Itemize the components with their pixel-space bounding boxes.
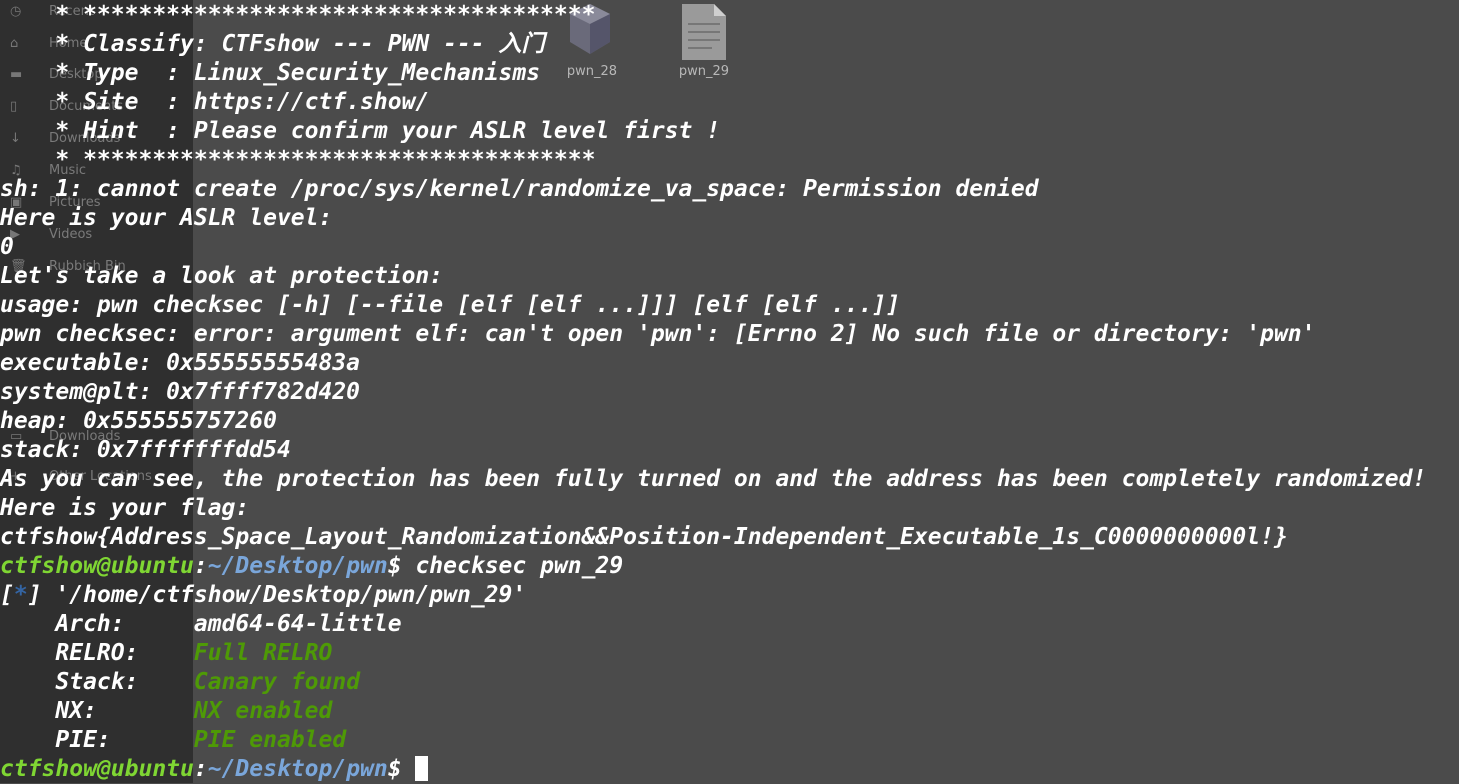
check-key: RELRO: <box>0 640 194 666</box>
check-value: Full RELRO <box>193 640 333 666</box>
protection-line: Let's take a look at protection: <box>0 263 444 289</box>
terminal-cursor[interactable] <box>415 756 429 781</box>
prompt-line: ctfshow@ubuntu:~/Desktop/pwn$ <box>0 755 429 784</box>
prompt-colon: : <box>193 553 208 579</box>
banner-border: * ************************************* <box>0 147 596 173</box>
flag-label-line: Here is your flag: <box>0 495 250 521</box>
check-value: Canary found <box>193 669 361 695</box>
aslr-value-line: 0 <box>0 234 14 260</box>
banner-classify: * Classify: CTFshow --- PWN --- 入门 <box>0 31 545 57</box>
prompt-user: ctfshow@ubuntu <box>0 553 194 579</box>
executable-address-line: executable: 0x55555555483a <box>0 350 361 376</box>
banner-site: * Site : https://ctf.show/ <box>0 89 430 115</box>
check-arch-line: Arch: amd64-64-little <box>0 610 402 639</box>
check-pie-line: PIE: PIE enabled <box>0 726 346 755</box>
check-key: NX: <box>0 698 194 724</box>
banner-border: * ************************************* <box>0 2 596 28</box>
check-value: NX enabled <box>193 698 333 724</box>
checksec-info-line: [*] '/home/ctfshow/Desktop/pwn/pwn_29' <box>0 581 526 610</box>
command-text: checksec pwn_29 <box>415 553 624 579</box>
prompt-path: ~/Desktop/pwn <box>207 553 388 579</box>
check-key: Arch: <box>0 611 194 637</box>
aslr-label-line: Here is your ASLR level: <box>0 205 333 231</box>
banner-type: * Type : Linux_Security_Mechanisms <box>0 60 541 86</box>
sh-error-line: sh: 1: cannot create /proc/sys/kernel/ra… <box>0 176 1039 202</box>
heap-address-line: heap: 0x555555757260 <box>0 408 277 434</box>
check-nx-line: NX: NX enabled <box>0 697 332 726</box>
usage-line: usage: pwn checksec [-h] [--file [elf [e… <box>0 292 901 318</box>
prompt-line: ctfshow@ubuntu:~/Desktop/pwn$ checksec p… <box>0 552 623 581</box>
check-key: PIE: <box>0 727 194 753</box>
randomized-line: As you can see, the protection has been … <box>0 466 1427 492</box>
terminal-output[interactable]: * ************************************* … <box>0 0 1459 783</box>
check-relro-line: RELRO: Full RELRO <box>0 639 332 668</box>
info-open: [ <box>0 582 14 608</box>
check-key: Stack: <box>0 669 194 695</box>
banner-hint: * Hint : Please confirm your ASLR level … <box>0 118 721 144</box>
system-plt-address-line: system@plt: 0x7ffff782d420 <box>0 379 361 405</box>
check-value: PIE enabled <box>193 727 347 753</box>
check-value: amd64-64-little <box>193 611 402 637</box>
prompt-user: ctfshow@ubuntu <box>0 756 194 782</box>
checksec-error-line: pwn checksec: error: argument elf: can't… <box>0 321 1316 347</box>
check-stack-line: Stack: Canary found <box>0 668 360 697</box>
info-star: * <box>13 582 28 608</box>
flag-line: ctfshow{Address_Space_Layout_Randomizati… <box>0 524 1288 550</box>
prompt-dollar: $ <box>387 553 416 579</box>
prompt-dollar: $ <box>387 756 416 782</box>
info-path: ] '/home/ctfshow/Desktop/pwn/pwn_29' <box>27 582 527 608</box>
stack-address-line: stack: 0x7fffffffdd54 <box>0 437 291 463</box>
prompt-colon: : <box>193 756 208 782</box>
prompt-path: ~/Desktop/pwn <box>207 756 388 782</box>
